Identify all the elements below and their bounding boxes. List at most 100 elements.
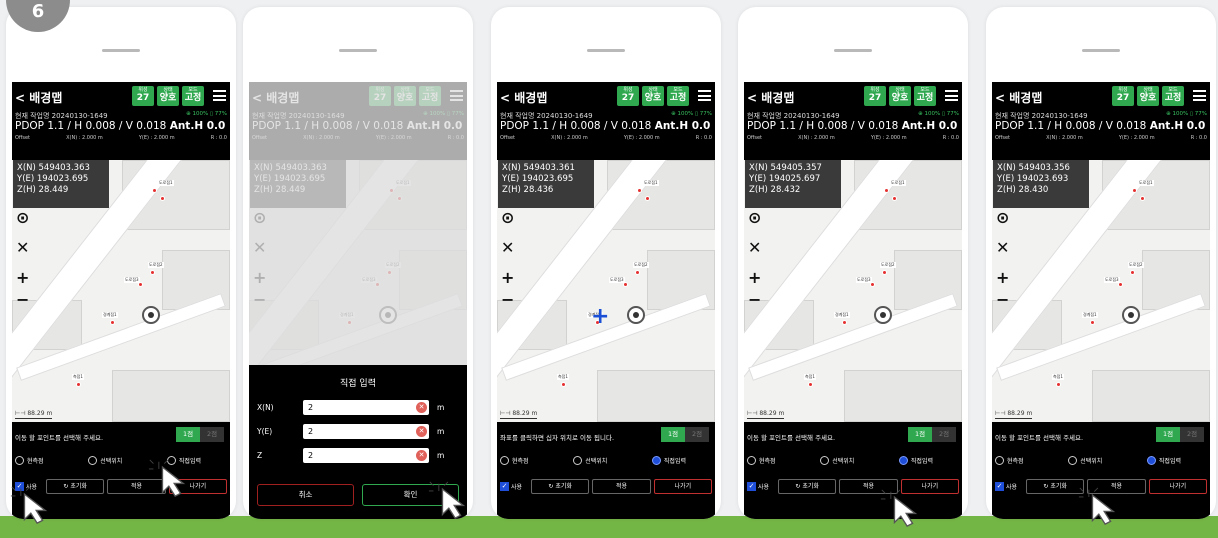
- instruction-text: 이동 할 포인트를 선택해 주세요.: [995, 434, 1084, 442]
- point-mode-toggle[interactable]: 1점 2점: [1156, 427, 1204, 442]
- point-label: 도로점2: [1128, 262, 1144, 268]
- map-point[interactable]: [1056, 382, 1061, 387]
- map-point[interactable]: [645, 196, 650, 201]
- field-input[interactable]: 2 ✕: [303, 400, 429, 415]
- map-view[interactable]: X(N) 549405.357 Y(E) 194025.697 Z(H) 28.…: [744, 160, 962, 422]
- zoom-out-button[interactable]: −: [996, 292, 1009, 308]
- field-input[interactable]: 2 ✕: [303, 448, 429, 463]
- one-point-option[interactable]: 1점: [176, 427, 200, 442]
- fix-badge: 모드고정: [182, 86, 204, 106]
- apply-button[interactable]: 적용: [592, 479, 651, 494]
- two-point-option[interactable]: 2점: [200, 427, 224, 442]
- phone-notch: [102, 49, 140, 52]
- radio-current-point[interactable]: 현측점: [995, 456, 1024, 465]
- reset-button[interactable]: ↻ 초기화: [46, 479, 105, 494]
- back-button[interactable]: < 배경맵: [747, 89, 794, 106]
- clear-icon[interactable]: ✕: [416, 402, 427, 413]
- point-mode-toggle[interactable]: 1점 2점: [908, 427, 956, 442]
- map-view[interactable]: X(N) 549403.356 Y(E) 194023.693 Z(H) 28.…: [992, 160, 1210, 422]
- map-point[interactable]: [152, 188, 157, 193]
- zoom-in-button[interactable]: +: [748, 270, 761, 286]
- map-point[interactable]: [160, 196, 165, 201]
- clear-icon[interactable]: ✕: [416, 426, 427, 437]
- exit-button[interactable]: 나가기: [1148, 479, 1207, 494]
- two-point-option[interactable]: 2점: [685, 427, 709, 442]
- use-checkbox[interactable]: ✓사용: [500, 482, 528, 491]
- locate-icon[interactable]: ⊙: [501, 210, 514, 226]
- point-mode-toggle[interactable]: 1점 2점: [176, 427, 224, 442]
- menu-icon[interactable]: [698, 90, 711, 101]
- zoom-in-button[interactable]: +: [16, 270, 29, 286]
- use-checkbox[interactable]: ✓사용: [747, 482, 775, 491]
- zoom-in-button[interactable]: +: [501, 270, 514, 286]
- clear-icon[interactable]: ✕: [416, 450, 427, 461]
- menu-icon[interactable]: [1193, 90, 1206, 101]
- radio-direct-input[interactable]: 직접입력: [651, 456, 686, 465]
- radio-direct-input[interactable]: 직접입력: [1146, 456, 1181, 465]
- map-point[interactable]: [1132, 188, 1137, 193]
- one-point-option[interactable]: 1점: [661, 427, 685, 442]
- status-badge: 상태양호: [157, 86, 179, 106]
- map-point[interactable]: [635, 270, 640, 275]
- radio-current-point[interactable]: 현측점: [747, 456, 776, 465]
- instruction-text: 이동 할 포인트를 선택해 주세요.: [15, 434, 104, 442]
- zoom-out-button[interactable]: −: [748, 292, 761, 308]
- map-point[interactable]: [808, 382, 813, 387]
- back-button[interactable]: < 배경맵: [15, 89, 62, 106]
- radio-selected-location[interactable]: 선택위치: [1068, 456, 1102, 465]
- two-point-option[interactable]: 2점: [932, 427, 956, 442]
- map-point[interactable]: [884, 188, 889, 193]
- back-button[interactable]: < 배경맵: [995, 89, 1042, 106]
- map-point[interactable]: [1090, 320, 1095, 325]
- menu-icon[interactable]: [213, 90, 226, 101]
- fullscreen-icon[interactable]: ✕: [16, 240, 29, 256]
- use-checkbox[interactable]: ✓사용: [995, 482, 1023, 491]
- radio-selected-location[interactable]: 선택위치: [573, 456, 607, 465]
- app-screen: < 배경맵 위성27 상태양호 모드고정 현재 작업명 20240130-164…: [497, 82, 715, 519]
- exit-button[interactable]: 나가기: [653, 479, 712, 494]
- point-label: 도로점2: [633, 262, 649, 268]
- locate-icon[interactable]: ⊙: [16, 210, 29, 226]
- reset-button[interactable]: ↻ 초기화: [531, 479, 590, 494]
- point-mode-toggle[interactable]: 1점 2점: [661, 427, 709, 442]
- radio-current-point[interactable]: 현측점: [15, 456, 44, 465]
- locate-icon[interactable]: ⊙: [748, 210, 761, 226]
- zoom-in-button[interactable]: +: [996, 270, 1009, 286]
- one-point-option[interactable]: 1점: [908, 427, 932, 442]
- map-view[interactable]: X(N) 549403.361 Y(E) 194023.695 Z(H) 28.…: [497, 160, 715, 422]
- reset-button[interactable]: ↻ 초기화: [778, 479, 837, 494]
- map-point[interactable]: [1140, 196, 1145, 201]
- map-view[interactable]: X(N) 549403.363 Y(E) 194023.695 Z(H) 28.…: [12, 160, 230, 422]
- map-point[interactable]: [637, 188, 642, 193]
- cancel-button[interactable]: 취소: [257, 484, 354, 506]
- map-point[interactable]: [150, 270, 155, 275]
- zoom-out-button[interactable]: −: [501, 292, 514, 308]
- fullscreen-icon[interactable]: ✕: [748, 240, 761, 256]
- radio-direct-input[interactable]: 직접입력: [898, 456, 933, 465]
- map-point[interactable]: [561, 382, 566, 387]
- point-label: 도로점3: [609, 277, 625, 283]
- map-point[interactable]: [1130, 270, 1135, 275]
- reset-button[interactable]: ↻ 초기화: [1026, 479, 1085, 494]
- source-radio-group: 현측점 선택위치 직접입력: [747, 456, 961, 465]
- map-point[interactable]: [842, 320, 847, 325]
- zoom-out-button[interactable]: −: [16, 292, 29, 308]
- map-point[interactable]: [76, 382, 81, 387]
- map-point[interactable]: [110, 320, 115, 325]
- fullscreen-icon[interactable]: ✕: [501, 240, 514, 256]
- radio-selected-location[interactable]: 선택위치: [88, 456, 122, 465]
- fullscreen-icon[interactable]: ✕: [996, 240, 1009, 256]
- locate-icon[interactable]: ⊙: [996, 210, 1009, 226]
- radio-current-point[interactable]: 현측점: [500, 456, 529, 465]
- map-point[interactable]: [892, 196, 897, 201]
- radio-selected-location[interactable]: 선택위치: [820, 456, 854, 465]
- crosshair-icon: +: [591, 304, 610, 329]
- phone-frame-3: < 배경맵 위성 27 상태 양호 모드 고정 현재 작업명 20240130-164…: [491, 7, 721, 519]
- field-input[interactable]: 2 ✕: [303, 424, 429, 439]
- map-point[interactable]: [882, 270, 887, 275]
- menu-icon[interactable]: [945, 90, 958, 101]
- back-button[interactable]: < 배경맵: [500, 89, 547, 106]
- two-point-option[interactable]: 2점: [1180, 427, 1204, 442]
- x-coordinate: X(N) 549403.356: [997, 163, 1070, 173]
- one-point-option[interactable]: 1점: [1156, 427, 1180, 442]
